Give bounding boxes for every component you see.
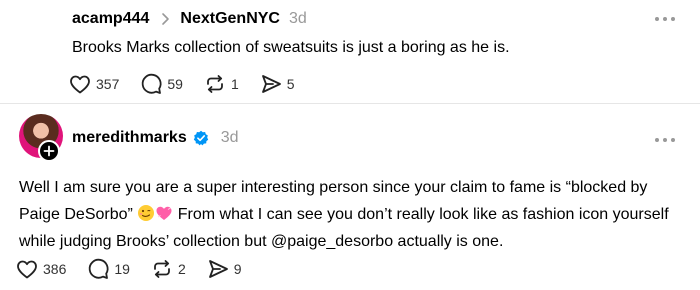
author-username[interactable]: acamp444 — [72, 10, 149, 28]
chevron-right-icon — [158, 8, 174, 30]
share-count: 9 — [233, 261, 242, 277]
author-username[interactable]: meredithmarks — [72, 129, 187, 147]
face-emoji-icon — [137, 204, 155, 222]
verified-icon — [193, 130, 209, 146]
post-header: acamp444 NextGenNYC 3d — [72, 8, 307, 30]
repost-count: 2 — [177, 261, 186, 277]
heart-icon — [15, 257, 39, 281]
comment-count: 19 — [114, 261, 130, 277]
like-button[interactable]: 386 — [15, 257, 66, 281]
comment-icon — [139, 72, 163, 96]
repost-count: 1 — [230, 76, 239, 92]
more-options-icon[interactable] — [654, 14, 676, 24]
post-header: meredithmarks 3d — [72, 126, 239, 150]
heart-emoji-icon — [155, 204, 173, 222]
post-timestamp[interactable]: 3d — [289, 10, 307, 28]
share-button[interactable]: 5 — [259, 72, 295, 96]
comment-button[interactable]: 59 — [139, 72, 183, 96]
like-count: 357 — [96, 76, 120, 92]
post-actions: 386 19 2 9 — [15, 257, 262, 281]
repost-icon — [203, 72, 227, 96]
post-text: Well I am sure you are a super interesti… — [19, 174, 679, 255]
repost-icon — [150, 257, 174, 281]
divider — [0, 103, 700, 104]
like-count: 386 — [43, 261, 67, 277]
comment-button[interactable]: 19 — [86, 257, 130, 281]
comment-count: 59 — [167, 76, 183, 92]
share-button[interactable]: 9 — [206, 257, 242, 281]
post-text: Brooks Marks collection of sweatsuits is… — [72, 39, 510, 56]
reply-post: acamp444 NextGenNYC 3d Brooks Marks coll… — [0, 0, 700, 104]
follow-button[interactable] — [38, 140, 60, 162]
like-button[interactable]: 357 — [68, 72, 119, 96]
share-icon — [259, 72, 283, 96]
heart-icon — [68, 72, 92, 96]
more-options-icon[interactable] — [654, 135, 676, 145]
repost-button[interactable]: 1 — [203, 72, 239, 96]
reply-target-username[interactable]: NextGenNYC — [180, 10, 280, 28]
post-actions: 357 59 1 5 — [68, 72, 315, 96]
repost-button[interactable]: 2 — [150, 257, 186, 281]
share-icon — [206, 257, 230, 281]
post-timestamp[interactable]: 3d — [221, 129, 239, 147]
comment-icon — [86, 257, 110, 281]
share-count: 5 — [286, 76, 295, 92]
plus-icon — [43, 145, 55, 157]
